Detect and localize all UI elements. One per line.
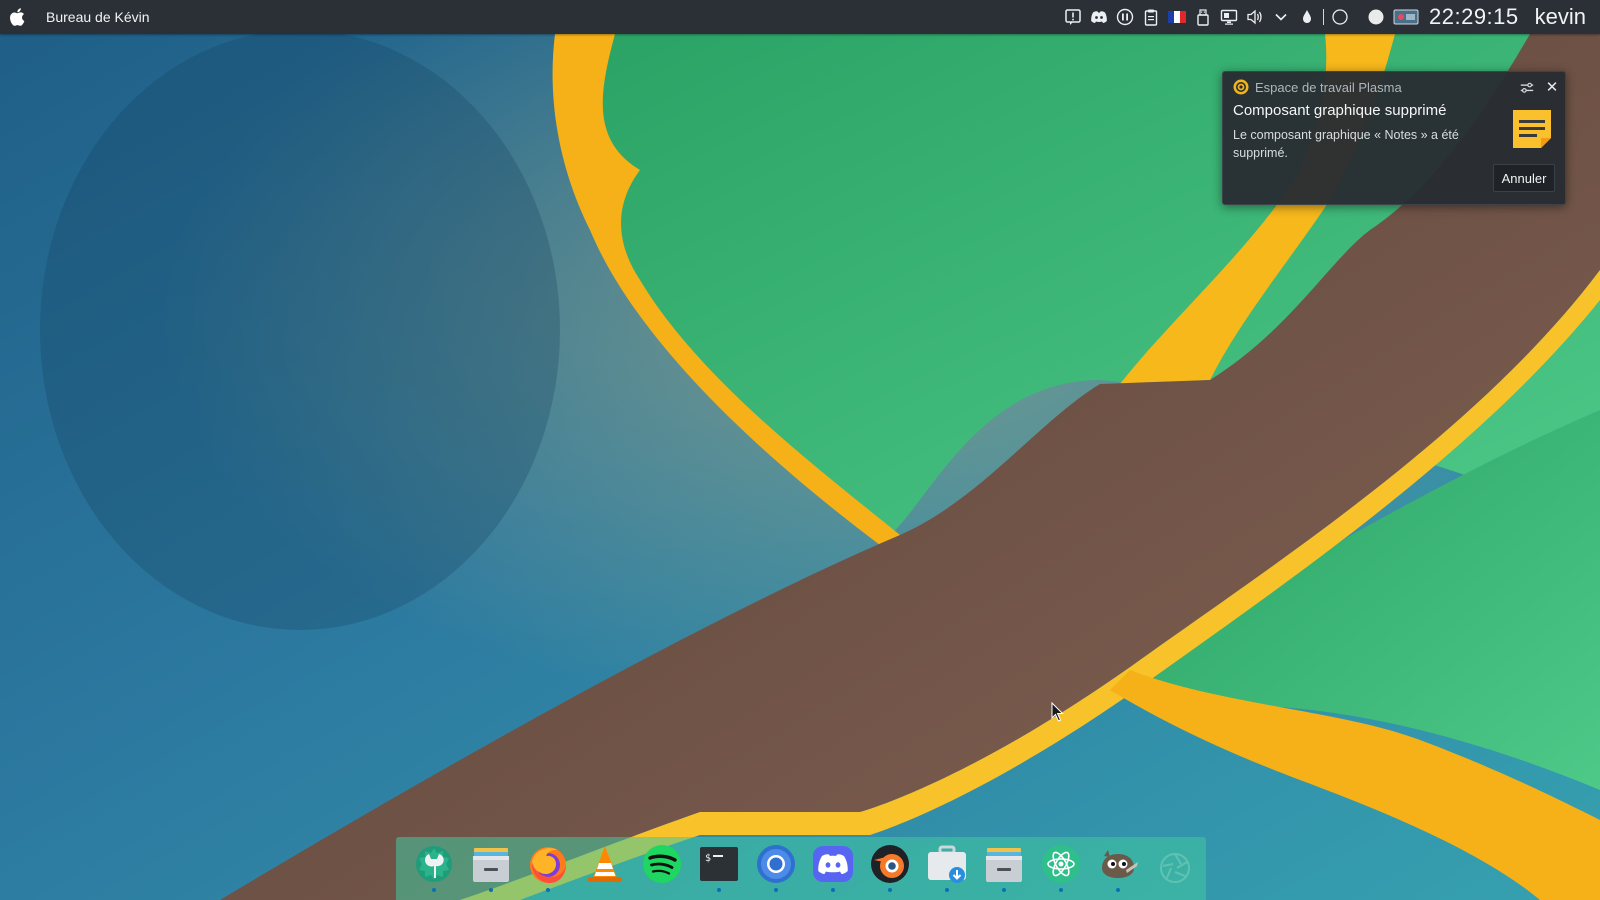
dock-item-file-manager[interactable] bbox=[469, 837, 513, 892]
tray-separator bbox=[1323, 9, 1324, 25]
dock-item-software-center[interactable] bbox=[925, 837, 969, 892]
white-circle-icon[interactable] bbox=[1367, 8, 1385, 26]
dock-item-archive-manager[interactable] bbox=[982, 837, 1026, 892]
file-manager-icon bbox=[473, 848, 509, 882]
dock-item-atom[interactable] bbox=[1039, 837, 1083, 892]
dock: $ bbox=[396, 837, 1206, 900]
window-title: Bureau de Kévin bbox=[46, 9, 150, 25]
dock-item-firefox[interactable] bbox=[526, 837, 570, 892]
apple-menu-icon[interactable] bbox=[6, 5, 30, 29]
usb-device-icon[interactable] bbox=[1194, 8, 1212, 26]
aperture-icon bbox=[1160, 853, 1190, 883]
display-icon[interactable] bbox=[1220, 8, 1238, 26]
dock-item-spotify[interactable] bbox=[640, 837, 684, 889]
notes-widget-icon bbox=[1513, 110, 1551, 148]
dock-item-vlc[interactable] bbox=[583, 837, 627, 889]
notification-alert-icon[interactable] bbox=[1064, 8, 1082, 26]
system-settings-icon bbox=[416, 846, 452, 882]
terminal-icon: $ bbox=[700, 847, 738, 881]
dock-item-chromium[interactable] bbox=[754, 837, 798, 892]
volume-icon[interactable] bbox=[1246, 8, 1264, 26]
dock-item-terminal[interactable]: $ bbox=[697, 837, 741, 892]
running-indicator bbox=[945, 888, 949, 892]
french-flag-icon[interactable] bbox=[1168, 8, 1186, 26]
screen-recorder-icon[interactable] bbox=[1393, 8, 1419, 26]
notification-title: Composant graphique supprimé bbox=[1233, 102, 1447, 119]
dock-item-blender[interactable] bbox=[868, 837, 912, 892]
archive-manager-icon bbox=[986, 848, 1022, 882]
dock-item-system-settings[interactable] bbox=[412, 837, 456, 892]
dock-item-gimp[interactable] bbox=[1096, 837, 1140, 892]
plasma-icon bbox=[1233, 79, 1249, 95]
media-controls-icon[interactable] bbox=[1116, 8, 1134, 26]
vlc-icon bbox=[588, 846, 622, 882]
running-indicator bbox=[1116, 888, 1120, 892]
chevron-down-icon[interactable] bbox=[1272, 8, 1290, 26]
close-icon[interactable]: ✕ bbox=[1543, 78, 1561, 96]
clipboard-icon[interactable] bbox=[1142, 8, 1160, 26]
gimp-icon bbox=[1102, 850, 1138, 878]
discord-tray-icon[interactable] bbox=[1090, 8, 1108, 26]
user-name[interactable]: kevin bbox=[1535, 4, 1586, 30]
chromium-icon bbox=[757, 845, 795, 883]
notification-app-name: Espace de travail Plasma bbox=[1255, 80, 1402, 95]
top-panel: Bureau de Kévin 22:29:15 kevin bbox=[0, 0, 1600, 34]
circle-outline-icon[interactable] bbox=[1331, 8, 1349, 26]
running-indicator bbox=[888, 888, 892, 892]
running-indicator bbox=[1002, 888, 1006, 892]
clock[interactable]: 22:29:15 bbox=[1429, 4, 1519, 30]
blender-icon bbox=[871, 845, 909, 883]
atom-icon bbox=[1042, 845, 1080, 883]
running-indicator bbox=[774, 888, 778, 892]
running-indicator bbox=[831, 888, 835, 892]
running-indicator bbox=[432, 888, 436, 892]
svg-text:$: $ bbox=[705, 853, 711, 864]
spotify-icon bbox=[643, 845, 681, 883]
discord-icon bbox=[813, 846, 853, 882]
dock-item-aperture[interactable] bbox=[1153, 837, 1197, 889]
night-color-icon[interactable] bbox=[1298, 8, 1316, 26]
running-indicator bbox=[489, 888, 493, 892]
dock-item-discord[interactable] bbox=[811, 837, 855, 892]
notification-body: Le composant graphique « Notes » a été s… bbox=[1233, 128, 1459, 160]
undo-button[interactable]: Annuler bbox=[1493, 164, 1555, 192]
firefox-icon bbox=[530, 847, 566, 883]
software-center-icon bbox=[928, 845, 966, 883]
running-indicator bbox=[1059, 888, 1063, 892]
system-tray: 22:29:15 kevin bbox=[1060, 0, 1600, 34]
mouse-cursor bbox=[1051, 702, 1064, 722]
notification-popup[interactable]: Espace de travail Plasma ✕ Composant gra… bbox=[1222, 71, 1566, 205]
running-indicator bbox=[717, 888, 721, 892]
running-indicator bbox=[546, 888, 550, 892]
configure-icon[interactable] bbox=[1518, 79, 1536, 97]
